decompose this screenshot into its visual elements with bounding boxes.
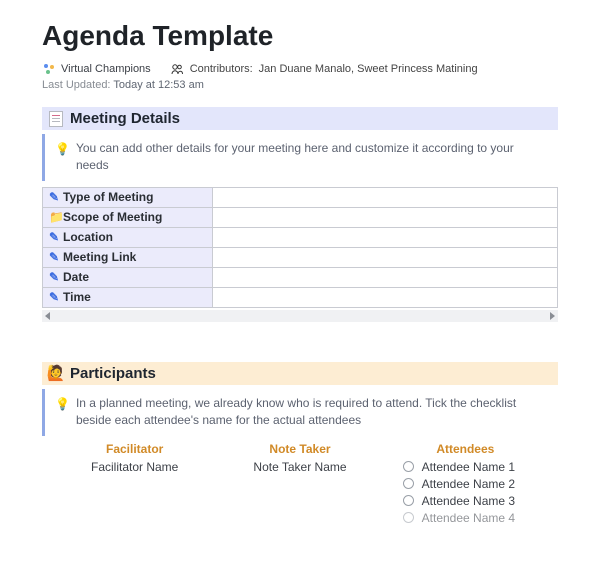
attendee-list: Attendee Name 1 Attendee Name 2 Attendee… — [387, 460, 544, 525]
meeting-details-header: Meeting Details — [42, 107, 558, 130]
last-updated-row: Last Updated: Today at 12:53 am — [42, 79, 558, 91]
radio-icon[interactable] — [403, 495, 414, 506]
page-title: Agenda Template — [42, 20, 558, 52]
last-updated-label: Last Updated: — [42, 79, 111, 91]
details-callout-text: You can add other details for your meeti… — [76, 140, 548, 175]
table-row: ✎Time — [43, 287, 558, 307]
detail-key-time: ✎Time — [43, 287, 213, 307]
participants-callout: 💡 In a planned meeting, we already know … — [42, 389, 558, 436]
attendee-item[interactable]: Attendee Name 4 — [387, 511, 544, 525]
meeting-details-table: ✎Type of Meeting 📁Scope of Meeting ✎Loca… — [42, 187, 558, 308]
detail-value-cell[interactable] — [213, 267, 558, 287]
detail-key-date: ✎Date — [43, 267, 213, 287]
hand-wave-icon: 🙋 — [48, 365, 64, 381]
team-icon — [42, 62, 55, 75]
detail-label: Type of Meeting — [63, 190, 153, 204]
participants-heading: Participants — [70, 365, 156, 382]
facilitator-column: Facilitator Facilitator Name — [56, 442, 213, 525]
details-callout: 💡 You can add other details for your mee… — [42, 134, 558, 181]
contributors-label: Contributors: — [190, 63, 253, 75]
team-name: Virtual Champions — [61, 63, 151, 75]
detail-key-type: ✎Type of Meeting — [43, 187, 213, 207]
detail-key-location: ✎Location — [43, 227, 213, 247]
attendee-item[interactable]: Attendee Name 1 — [387, 460, 544, 474]
detail-label: Date — [63, 270, 89, 284]
detail-key-scope: 📁Scope of Meeting — [43, 207, 213, 227]
folder-icon: 📁 — [49, 210, 61, 224]
last-updated-value: Today at 12:53 am — [113, 79, 204, 91]
pen-icon: ✎ — [49, 270, 61, 284]
notetaker-header: Note Taker — [221, 442, 378, 456]
attendee-name: Attendee Name 1 — [422, 460, 515, 474]
contributors-icon — [171, 62, 184, 75]
table-row: 📁Scope of Meeting — [43, 207, 558, 227]
horizontal-scrollbar[interactable] — [42, 310, 558, 322]
detail-key-link: ✎Meeting Link — [43, 247, 213, 267]
pen-icon: ✎ — [49, 190, 61, 204]
detail-value-cell[interactable] — [213, 287, 558, 307]
detail-label: Meeting Link — [63, 250, 136, 264]
pen-icon: ✎ — [49, 250, 61, 264]
detail-value-cell[interactable] — [213, 247, 558, 267]
attendees-header: Attendees — [387, 442, 544, 456]
detail-value-cell[interactable] — [213, 187, 558, 207]
table-row: ✎Type of Meeting — [43, 187, 558, 207]
facilitator-value[interactable]: Facilitator Name — [56, 460, 213, 474]
attendees-column: Attendees Attendee Name 1 Attendee Name … — [387, 442, 544, 525]
detail-value-cell[interactable] — [213, 227, 558, 247]
detail-label: Time — [63, 290, 91, 304]
participants-columns: Facilitator Facilitator Name Note Taker … — [42, 442, 558, 525]
table-row: ✎Date — [43, 267, 558, 287]
contributors-names: Jan Duane Manalo, Sweet Princess Matinin… — [259, 63, 478, 75]
radio-icon[interactable] — [403, 461, 414, 472]
attendee-name: Attendee Name 3 — [422, 494, 515, 508]
detail-label: Location — [63, 230, 113, 244]
participants-header: 🙋 Participants — [42, 362, 558, 385]
detail-value-cell[interactable] — [213, 207, 558, 227]
table-row: ✎Meeting Link — [43, 247, 558, 267]
attendee-item[interactable]: Attendee Name 3 — [387, 494, 544, 508]
pen-icon: ✎ — [49, 290, 61, 304]
radio-icon[interactable] — [403, 512, 414, 523]
attendee-name: Attendee Name 2 — [422, 477, 515, 491]
radio-icon[interactable] — [403, 478, 414, 489]
notepad-icon — [48, 111, 64, 127]
meeting-details-heading: Meeting Details — [70, 110, 180, 127]
pen-icon: ✎ — [49, 230, 61, 244]
lightbulb-icon: 💡 — [55, 396, 70, 430]
facilitator-header: Facilitator — [56, 442, 213, 456]
notetaker-column: Note Taker Note Taker Name — [221, 442, 378, 525]
meta-row: Virtual Champions Contributors: Jan Duan… — [42, 62, 558, 75]
attendee-name: Attendee Name 4 — [422, 511, 515, 525]
lightbulb-icon: 💡 — [55, 141, 70, 175]
detail-label: Scope of Meeting — [63, 210, 162, 224]
notetaker-value[interactable]: Note Taker Name — [221, 460, 378, 474]
table-row: ✎Location — [43, 227, 558, 247]
attendee-item[interactable]: Attendee Name 2 — [387, 477, 544, 491]
participants-callout-text: In a planned meeting, we already know wh… — [76, 395, 548, 430]
